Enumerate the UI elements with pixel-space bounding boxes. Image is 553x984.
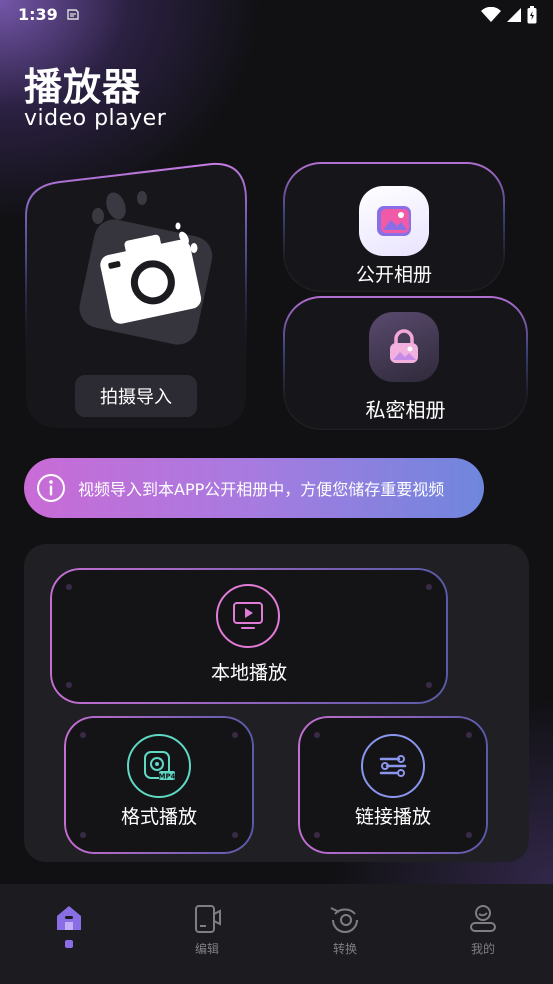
nav-item-profile[interactable]: 我的 [443, 902, 523, 957]
lock-icon [390, 329, 418, 363]
format-play-card[interactable]: MP4 格式播放 [64, 716, 254, 854]
battery-icon [527, 6, 537, 24]
shoot-import-button[interactable]: 拍摄导入 [75, 375, 197, 417]
local-play-card[interactable]: 本地播放 [50, 568, 448, 704]
nav-active-indicator [65, 940, 73, 948]
corner-dot [232, 832, 238, 838]
photo-icon [377, 206, 411, 236]
private-album-icon [369, 312, 439, 382]
link-play-icon [361, 734, 425, 798]
app-subtitle: video player [24, 106, 167, 131]
nav-label-edit: 编辑 [194, 942, 219, 956]
mp4-icon: MP4 [144, 751, 176, 781]
nav-item-edit[interactable]: 编辑 [167, 902, 247, 957]
info-banner-text: 视频导入到本APP公开相册中，方便您储存重要视频 [78, 480, 445, 499]
home-icon [57, 906, 81, 930]
corner-dot [80, 732, 86, 738]
wifi-icon [481, 7, 501, 22]
public-album-card[interactable]: 公开相册 [283, 162, 505, 292]
corner-dot [80, 832, 86, 838]
corner-dot [232, 732, 238, 738]
profile-icon [470, 905, 496, 932]
nav-item-convert[interactable]: 转换 [305, 902, 385, 957]
link-play-label: 链接播放 [354, 806, 431, 828]
corner-dot [466, 732, 472, 738]
status-time: 1:39 [18, 5, 58, 24]
format-play-label: 格式播放 [120, 806, 197, 828]
home-screen: 1:39 播放器 video player 拍摄导入 公开相册 私密相册 视频导… [0, 0, 553, 984]
functions-panel: 本地播放 MP4 格式播放 链接播放 [24, 544, 529, 862]
format-play-icon: MP4 [127, 734, 191, 798]
app-title: 播放器 [24, 65, 142, 109]
info-icon [37, 474, 65, 502]
private-album-card[interactable]: 私密相册 [283, 296, 528, 430]
nav-label-profile: 我的 [470, 942, 495, 956]
public-album-label: 公开相册 [355, 264, 432, 286]
local-play-icon [216, 584, 280, 648]
nav-item-home[interactable] [29, 902, 109, 948]
public-album-icon [359, 186, 429, 256]
shoot-import-card[interactable]: 拍摄导入 [24, 162, 248, 430]
link-play-card[interactable]: 链接播放 [298, 716, 488, 854]
status-icons [481, 6, 537, 24]
info-banner[interactable]: 视频导入到本APP公开相册中，方便您储存重要视频 [24, 458, 484, 518]
link-icon [379, 755, 407, 777]
corner-dot [314, 732, 320, 738]
corner-dot [466, 832, 472, 838]
corner-dot [66, 584, 72, 590]
notification-icon [67, 9, 79, 20]
signal-icon [507, 8, 521, 22]
corner-dot [426, 584, 432, 590]
private-album-label: 私密相册 [365, 398, 446, 422]
convert-icon [330, 907, 358, 933]
monitor-play-icon [233, 602, 263, 629]
mp4-badge: MP4 [159, 773, 176, 781]
bottom-nav: 编辑 转换 我的 [0, 884, 553, 984]
edit-icon [195, 905, 221, 933]
corner-dot [314, 832, 320, 838]
local-play-label: 本地播放 [210, 662, 287, 684]
camera-icon [79, 191, 213, 345]
nav-label-convert: 转换 [332, 942, 357, 956]
status-bar: 1:39 [0, 0, 553, 32]
